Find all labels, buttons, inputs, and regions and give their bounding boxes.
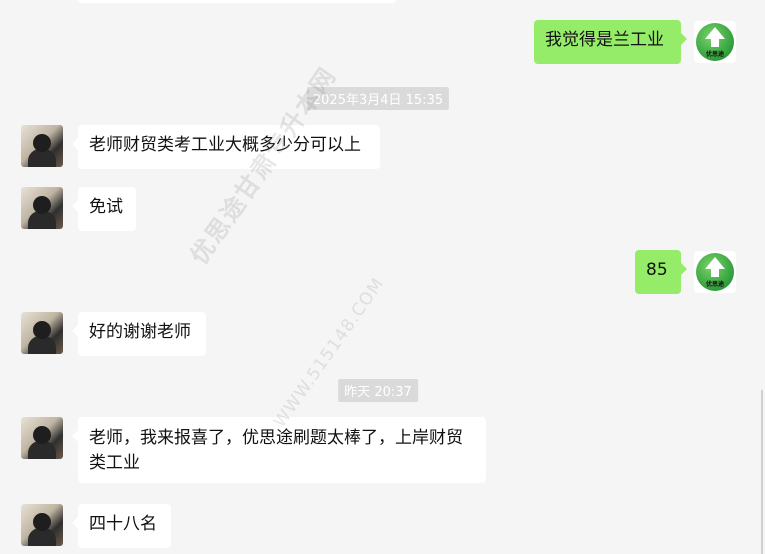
contact-avatar[interactable] <box>21 187 63 229</box>
contact-avatar[interactable] <box>21 417 63 459</box>
self-avatar[interactable]: 优思途 <box>694 251 736 293</box>
contact-avatar[interactable] <box>21 125 63 167</box>
scrollbar[interactable] <box>761 390 763 554</box>
message-text: 老师，我来报喜了，优思途刷题太棒了，上岸财贸类工业 <box>89 428 463 473</box>
timestamp: 2025年3月4日 15:35 <box>306 87 450 110</box>
self-avatar[interactable]: 优思途 <box>694 21 736 63</box>
watermark-url: WWW.515148.COM <box>270 274 389 432</box>
message-bubble-outgoing[interactable]: 我觉得是兰工业 <box>534 20 687 64</box>
message-text: 好的谢谢老师 <box>89 322 191 342</box>
message-text: 四十八名 <box>89 514 157 534</box>
message-bubble-incoming[interactable]: 老师财贸类考工业大概多少分可以上 <box>72 125 380 169</box>
message-bubble-incoming[interactable]: 免试 <box>72 187 136 231</box>
contact-avatar[interactable] <box>21 504 63 546</box>
message-text: 85 <box>646 260 668 280</box>
chat-pane: 我觉得是兰工业 优思途 2025年3月4日 15:35 老师财贸类考工业大概多少… <box>0 0 765 554</box>
message-bubble-outgoing[interactable]: 85 <box>635 250 687 294</box>
previous-message-edge <box>78 0 396 3</box>
timestamp: 昨天 20:37 <box>338 379 418 402</box>
message-bubble-incoming[interactable]: 老师，我来报喜了，优思途刷题太棒了，上岸财贸类工业 <box>72 417 486 483</box>
message-text: 老师财贸类考工业大概多少分可以上 <box>89 135 361 155</box>
message-bubble-incoming[interactable]: 四十八名 <box>72 504 171 548</box>
message-text: 我觉得是兰工业 <box>545 30 664 50</box>
contact-avatar[interactable] <box>21 312 63 354</box>
message-text: 免试 <box>89 197 123 217</box>
message-bubble-incoming[interactable]: 好的谢谢老师 <box>72 312 206 356</box>
